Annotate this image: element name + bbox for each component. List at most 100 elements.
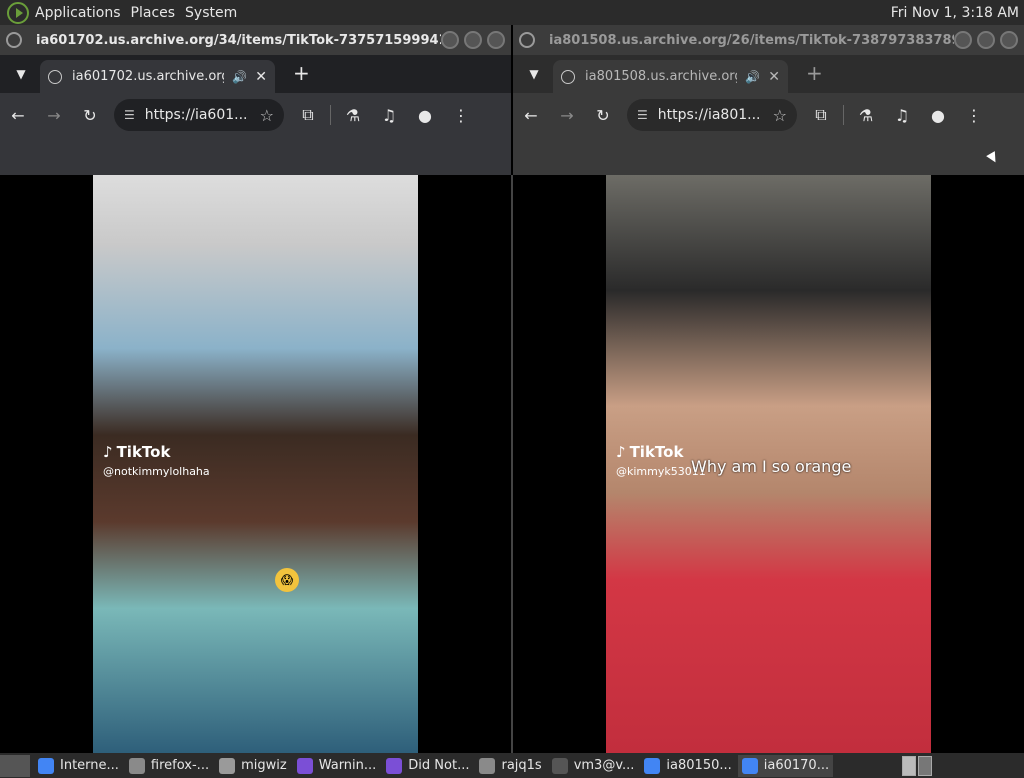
tiktok-video[interactable]: ♪ TikTok @kimmyk53011 Why am I so orange: [606, 175, 931, 753]
close-window-button[interactable]: [1000, 31, 1018, 49]
labs-flask-icon[interactable]: ⚗: [335, 106, 371, 125]
tiktok-video[interactable]: ♪ TikTok @notkimmylolhaha 😱: [93, 175, 418, 753]
labs-flask-icon[interactable]: ⚗: [848, 106, 884, 125]
taskbar-item[interactable]: migwiz: [215, 755, 291, 777]
workspace-2[interactable]: [918, 755, 932, 776]
folder-icon: [219, 757, 236, 774]
left-page-content: ♪ TikTok @notkimmylolhaha 😱: [0, 175, 511, 753]
speaker-icon[interactable]: 🔊: [232, 70, 247, 84]
clock[interactable]: Fri Nov 1, 3:18 AM: [891, 5, 1024, 21]
taskbar-item[interactable]: Warnin...: [293, 755, 381, 777]
taskbar-item[interactable]: Interne...: [34, 755, 123, 777]
close-tab-icon[interactable]: ✕: [768, 69, 780, 85]
window-title: ia801508.us.archive.org/26/items/TikTok-…: [549, 32, 954, 48]
shocked-emoji: 😱: [275, 568, 299, 592]
back-arrow-icon[interactable]: ←: [513, 106, 549, 125]
address-bar[interactable]: ☰ https://ia801... ☆: [627, 99, 797, 131]
extensions-puzzle-icon[interactable]: ⧉: [290, 105, 326, 125]
firefox-icon: [296, 757, 313, 774]
site-info-icon[interactable]: ☰: [124, 108, 135, 122]
tab-strip: ▼ ia801508.us.archive.org/ 🔊 ✕ +: [513, 55, 1024, 93]
window-titlebar[interactable]: ia801508.us.archive.org/26/items/TikTok-…: [513, 25, 1024, 55]
terminal-icon: [479, 757, 496, 774]
menu-applications[interactable]: Applications: [35, 5, 131, 21]
address-bar[interactable]: ☰ https://ia601... ☆: [114, 99, 284, 131]
minimize-button[interactable]: [954, 31, 972, 49]
taskbar-item[interactable]: rajq1s: [475, 755, 545, 777]
toolbar-separator: [330, 105, 331, 125]
tiktok-logo-icon: ♪: [616, 443, 626, 461]
new-tab-plus-icon[interactable]: +: [293, 61, 310, 85]
tab-active[interactable]: ia801508.us.archive.org/ 🔊 ✕: [553, 60, 788, 93]
workspace-pager: [902, 755, 1024, 776]
site-info-icon[interactable]: ☰: [637, 108, 648, 122]
minimize-button[interactable]: [441, 31, 459, 49]
taskbar-item[interactable]: firefox-...: [125, 755, 213, 777]
chrome-icon: [644, 757, 661, 774]
reload-icon[interactable]: ↻: [72, 106, 108, 125]
chrome-icon: [741, 757, 758, 774]
browser-toolbar: ← → ↻ ☰ https://ia801... ☆ ⧉ ⚗ ♫ ● ⋮: [513, 93, 1024, 137]
menu-places[interactable]: Places: [131, 5, 186, 21]
forward-arrow-icon[interactable]: →: [549, 106, 585, 125]
workspace-1[interactable]: [902, 755, 916, 776]
tab-title: ia601702.us.archive.org/3: [72, 69, 224, 84]
globe-icon: [561, 69, 575, 84]
tab-strip: ▼ ia601702.us.archive.org/3 🔊 ✕ +: [0, 55, 511, 93]
taskbar-item[interactable]: Did Not...: [382, 755, 473, 777]
speaker-icon[interactable]: 🔊: [745, 70, 760, 84]
media-queue-icon[interactable]: ♫: [371, 106, 407, 125]
toolbar-separator: [843, 105, 844, 125]
window-controls: [441, 31, 511, 49]
tiktok-watermark: ♪ TikTok @notkimmylolhaha: [103, 443, 210, 478]
extensions-puzzle-icon[interactable]: ⧉: [803, 105, 839, 125]
top-menu: Applications Places System: [35, 0, 247, 25]
media-queue-icon[interactable]: ♫: [884, 106, 920, 125]
taskbar: Interne... firefox-... migwiz Warnin... …: [0, 753, 1024, 778]
right-browser-window: ia801508.us.archive.org/26/items/TikTok-…: [513, 25, 1024, 175]
bookmark-star-icon[interactable]: ☆: [773, 106, 787, 125]
tab-title: ia801508.us.archive.org/: [585, 69, 738, 84]
show-desktop-button[interactable]: [0, 754, 30, 777]
taskbar-item[interactable]: ia80150...: [640, 755, 735, 777]
close-window-button[interactable]: [487, 31, 505, 49]
tiktok-brand-text: TikTok: [116, 443, 171, 461]
profile-avatar-icon[interactable]: ●: [407, 106, 443, 125]
forward-arrow-icon[interactable]: →: [36, 106, 72, 125]
menu-system[interactable]: System: [185, 5, 247, 21]
browser-toolbar: ← → ↻ ☰ https://ia601... ☆ ⧉ ⚗ ♫ ● ⋮: [0, 93, 511, 137]
right-page-content: ♪ TikTok @kimmyk53011 Why am I so orange: [513, 175, 1024, 753]
window-menu-icon[interactable]: [519, 32, 535, 48]
tiktok-logo-icon: ♪: [103, 443, 113, 461]
window-controls: [954, 31, 1024, 49]
tiktok-handle: @notkimmylolhaha: [103, 465, 210, 478]
new-tab-plus-icon[interactable]: +: [806, 61, 823, 85]
more-menu-icon[interactable]: ⋮: [956, 106, 992, 125]
globe-icon: [48, 69, 62, 84]
distro-logo-icon[interactable]: [7, 1, 29, 24]
more-menu-icon[interactable]: ⋮: [443, 106, 479, 125]
window-menu-icon[interactable]: [6, 32, 22, 48]
url-text[interactable]: https://ia801...: [658, 107, 773, 123]
tab-active[interactable]: ia601702.us.archive.org/3 🔊 ✕: [40, 60, 275, 93]
tiktok-brand-text: TikTok: [629, 443, 684, 461]
taskbar-item-active[interactable]: ia60170...: [737, 754, 834, 777]
tiktok-brand: ♪ TikTok: [103, 443, 210, 461]
video-caption: Why am I so orange: [691, 457, 852, 476]
tab-search-chevron-icon[interactable]: ▼: [6, 59, 36, 89]
tab-search-chevron-icon[interactable]: ▼: [519, 59, 549, 89]
close-tab-icon[interactable]: ✕: [255, 69, 267, 85]
profile-avatar-icon[interactable]: ●: [920, 106, 956, 125]
left-browser-window: ia601702.us.archive.org/34/items/TikTok-…: [0, 25, 511, 175]
reload-icon[interactable]: ↻: [585, 106, 621, 125]
taskbar-item[interactable]: vm3@v...: [548, 755, 639, 777]
back-arrow-icon[interactable]: ←: [0, 106, 36, 125]
terminal-icon: [551, 757, 568, 774]
window-title: ia601702.us.archive.org/34/items/TikTok-…: [36, 32, 441, 48]
maximize-button[interactable]: [977, 31, 995, 49]
bookmark-star-icon[interactable]: ☆: [260, 106, 274, 125]
window-titlebar[interactable]: ia601702.us.archive.org/34/items/TikTok-…: [0, 25, 511, 55]
url-text[interactable]: https://ia601...: [145, 107, 260, 123]
top-panel: Applications Places System Fri Nov 1, 3:…: [0, 0, 1024, 25]
maximize-button[interactable]: [464, 31, 482, 49]
